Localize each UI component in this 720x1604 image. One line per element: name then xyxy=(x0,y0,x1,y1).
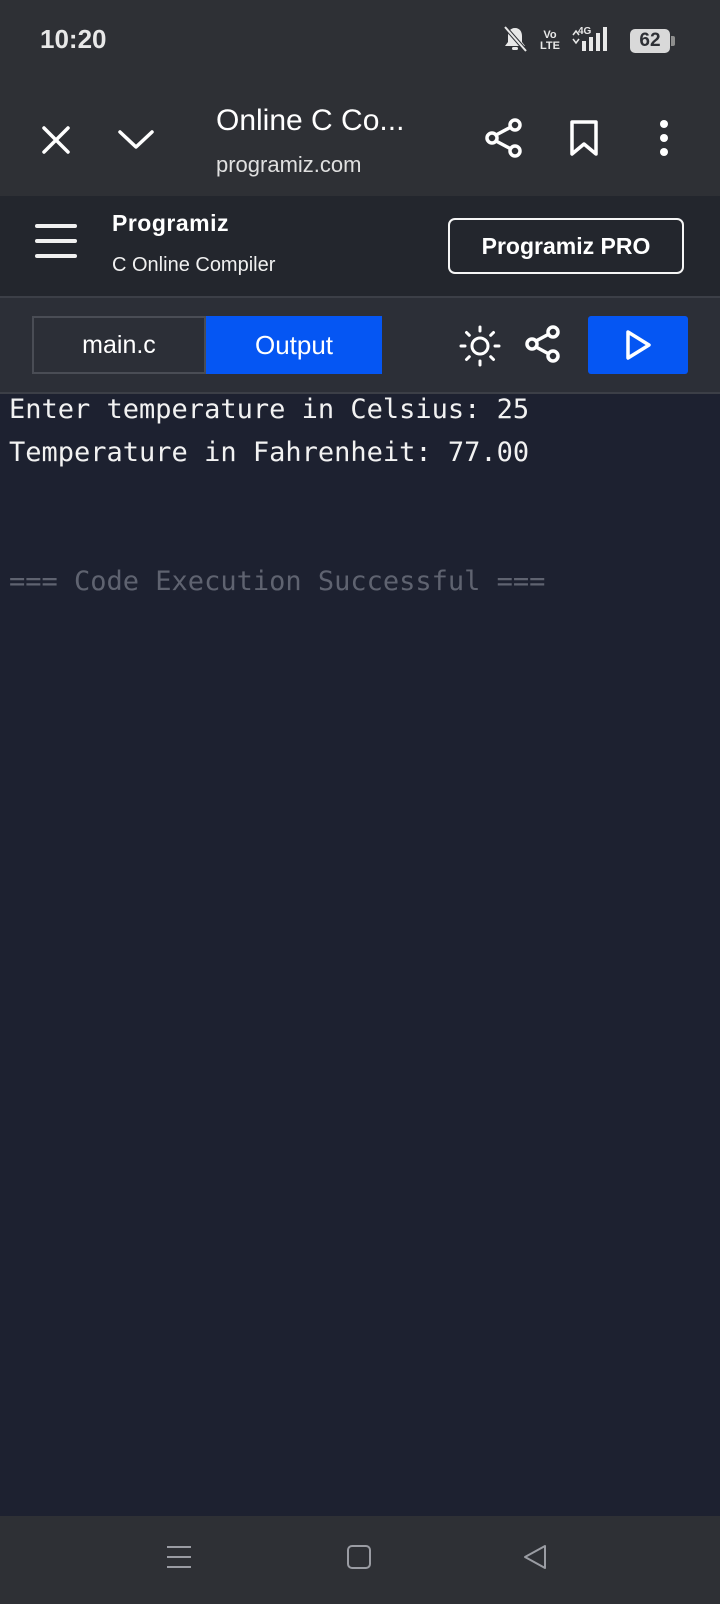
theme-toggle-icon[interactable] xyxy=(458,324,502,368)
output-line: Enter temperature in Celsius: 25 xyxy=(9,394,530,425)
signal-label: 4G xyxy=(578,26,592,37)
close-icon[interactable] xyxy=(36,120,76,160)
programiz-pro-button[interactable]: Programiz PRO xyxy=(448,218,684,274)
battery-level: 62 xyxy=(639,30,661,51)
mute-icon xyxy=(502,25,528,58)
page-title[interactable]: Online C Co... xyxy=(216,104,404,138)
system-nav-bar xyxy=(0,1516,720,1604)
menu-icon[interactable] xyxy=(35,224,77,258)
recents-icon[interactable] xyxy=(164,1542,194,1572)
share-icon[interactable] xyxy=(482,116,526,160)
volte-icon: Vo LTE xyxy=(540,29,560,52)
signal-icon: 4G xyxy=(572,25,618,58)
output-line: Temperature in Fahrenheit: 77.00 xyxy=(9,437,530,468)
bookmark-icon[interactable] xyxy=(566,116,602,160)
page-url[interactable]: programiz.com xyxy=(216,152,366,178)
site-header: Programiz C Online Compiler Programiz PR… xyxy=(0,196,720,298)
share-code-icon[interactable] xyxy=(524,324,566,368)
status-bar: 10:20 Vo LTE 4G 62 xyxy=(0,0,720,84)
output-panel: Enter temperature in Celsius: 25 Tempera… xyxy=(0,394,720,1516)
execution-status: === Code Execution Successful === xyxy=(9,566,546,597)
compiler-toolbar: main.c Output xyxy=(0,298,720,394)
play-icon xyxy=(626,330,651,360)
tab-output[interactable]: Output xyxy=(206,316,382,374)
run-button[interactable] xyxy=(588,316,688,374)
status-time: 10:20 xyxy=(40,24,107,54)
status-icons: Vo LTE 4G 62 xyxy=(502,24,675,58)
tab-main-c[interactable]: main.c xyxy=(32,316,206,374)
programiz-logo[interactable]: Programiz xyxy=(112,210,229,237)
battery-indicator: 62 xyxy=(630,29,675,53)
browser-toolbar: Online C Co... programiz.com xyxy=(0,84,720,196)
more-vert-icon[interactable] xyxy=(650,116,678,160)
compiler-subtitle: C Online Compiler xyxy=(112,254,276,276)
back-icon[interactable] xyxy=(520,1542,550,1572)
home-icon[interactable] xyxy=(344,1542,374,1572)
chevron-down-icon[interactable] xyxy=(114,120,158,160)
